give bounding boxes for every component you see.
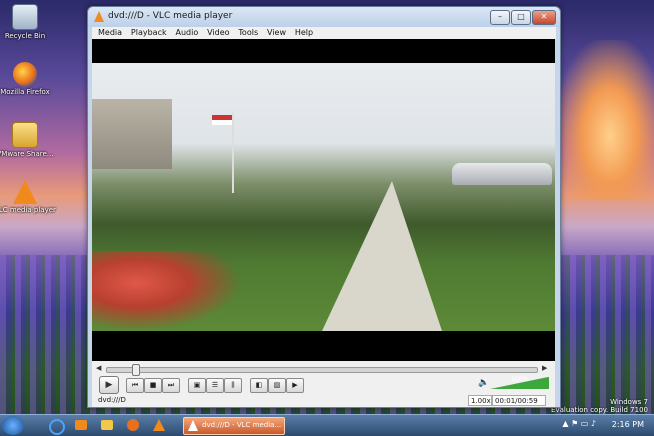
play-button[interactable]: ▶ [99, 376, 119, 394]
menu-video[interactable]: Video [207, 27, 229, 39]
taskbar-vlc[interactable] [148, 417, 170, 433]
vlc-cone-icon [188, 420, 198, 431]
vlc-cone-icon [13, 180, 37, 204]
title-bar[interactable]: dvd:///D - VLC media player – □ ✕ [88, 7, 560, 27]
recycle-bin-icon [12, 4, 38, 30]
vlc-cone-icon [153, 419, 165, 431]
close-button[interactable]: ✕ [532, 10, 556, 25]
menu-bar: Media Playback Audio Video Tools View He… [92, 27, 556, 39]
snapshot-icon: ▨ [273, 381, 281, 389]
desktop-icon-firefox[interactable]: Mozilla Firefox [0, 62, 62, 96]
playback-speed[interactable]: 1.00x [468, 395, 492, 406]
desktop-icon-label: Mozilla Firefox [0, 88, 50, 96]
controls-panel: ◀ ▶ ▶ ⏮ ■ ⏭ ▣ ☰ ⫼ ◧ ▨ ▶ 🔈 100% dvd:///D … [92, 361, 555, 407]
desktop-icon-label: Recycle Bin [4, 32, 46, 40]
video-flag [212, 115, 232, 125]
frame-forward-button[interactable]: ▶ [286, 378, 304, 393]
seek-thumb[interactable] [132, 364, 141, 376]
frame-forward-icon: ▶ [292, 381, 298, 389]
watermark-line2: Evaluation copy. Build 7100 [551, 406, 648, 414]
volume-slider[interactable]: 100% [490, 376, 550, 390]
taskbar-firefox[interactable] [122, 417, 144, 433]
taskbar-clock[interactable]: 2:16 PM [612, 420, 644, 429]
menu-media[interactable]: Media [98, 27, 122, 39]
seek-back-arrow-icon[interactable]: ◀ [96, 364, 101, 372]
windows-watermark: Windows 7 Evaluation copy. Build 7100 [551, 398, 648, 414]
stop-icon: ■ [149, 381, 157, 389]
desktop-icon-vlc[interactable]: VLC media player [0, 180, 62, 214]
vlc-cone-icon [94, 11, 104, 22]
desktop-wallpaper-glow [555, 40, 654, 200]
volume-percent: 100% [511, 376, 529, 383]
fullscreen-icon: ▣ [193, 381, 201, 389]
taskbar-active-label: dvd:///D - VLC media... [202, 421, 282, 429]
folder-icon [101, 420, 113, 430]
minimize-button[interactable]: – [490, 10, 510, 25]
next-button[interactable]: ⏭ [162, 378, 180, 393]
taskbar: dvd:///D - VLC media... ▲ ⚑ ▭ ♪ 2:16 PM [0, 414, 654, 436]
fullscreen-button[interactable]: ▣ [188, 378, 206, 393]
folder-icon [12, 122, 38, 148]
window-title: dvd:///D - VLC media player [108, 11, 233, 21]
frame-back-icon: ◧ [255, 381, 263, 389]
seek-forward-arrow-icon[interactable]: ▶ [542, 364, 547, 372]
time-display[interactable]: 00:01/00:59 [492, 395, 546, 406]
video-flagpole [232, 113, 234, 193]
speaker-icon[interactable]: 🔈 [478, 378, 489, 388]
desktop-icon-label: VLC media player [0, 206, 56, 214]
watermark-line1: Windows 7 [610, 398, 648, 406]
seek-bar[interactable] [106, 364, 538, 376]
previous-button[interactable]: ⏮ [126, 378, 144, 393]
video-area[interactable] [92, 39, 555, 361]
previous-icon: ⏮ [131, 381, 139, 389]
taskbar-explorer[interactable] [96, 417, 118, 433]
extended-settings-button[interactable]: ⫼ [224, 378, 242, 393]
stop-button[interactable]: ■ [144, 378, 162, 393]
taskbar-ie[interactable] [44, 417, 66, 435]
desktop-icon-vmware-share[interactable]: VMware Share... [0, 122, 62, 158]
vlc-window: dvd:///D - VLC media player – □ ✕ Media … [87, 6, 561, 408]
desktop-icon-label: VMware Share... [0, 150, 54, 158]
menu-help[interactable]: Help [295, 27, 313, 39]
media-player-icon [75, 420, 87, 430]
status-bar: dvd:///D 1.00x 00:01/00:59 [96, 395, 550, 406]
taskbar-media-player[interactable] [70, 417, 92, 433]
taskbar-active-window[interactable]: dvd:///D - VLC media... [183, 417, 285, 435]
firefox-icon [13, 62, 37, 86]
video-cars [452, 163, 552, 185]
playlist-button[interactable]: ☰ [206, 378, 224, 393]
tray-icons[interactable]: ▲ ⚑ ▭ ♪ [562, 419, 596, 428]
menu-view[interactable]: View [267, 27, 286, 39]
menu-playback[interactable]: Playback [131, 27, 167, 39]
frame-back-button[interactable]: ◧ [250, 378, 268, 393]
start-button[interactable] [2, 416, 24, 435]
internet-explorer-icon [49, 419, 65, 435]
menu-audio[interactable]: Audio [175, 27, 198, 39]
menu-tools[interactable]: Tools [238, 27, 258, 39]
play-icon: ▶ [105, 380, 113, 390]
video-flowerbed [92, 251, 242, 331]
video-frame [92, 63, 555, 331]
next-icon: ⏭ [167, 381, 175, 389]
video-sidewalk [322, 181, 442, 331]
video-building [92, 99, 172, 169]
maximize-button[interactable]: □ [511, 10, 531, 25]
desktop-icon-recycle-bin[interactable]: Recycle Bin [0, 4, 62, 40]
equalizer-icon: ⫼ [231, 381, 235, 389]
playlist-icon: ☰ [211, 381, 219, 389]
firefox-icon [127, 419, 139, 431]
snapshot-button[interactable]: ▨ [268, 378, 286, 393]
status-mrl: dvd:///D [98, 396, 126, 404]
